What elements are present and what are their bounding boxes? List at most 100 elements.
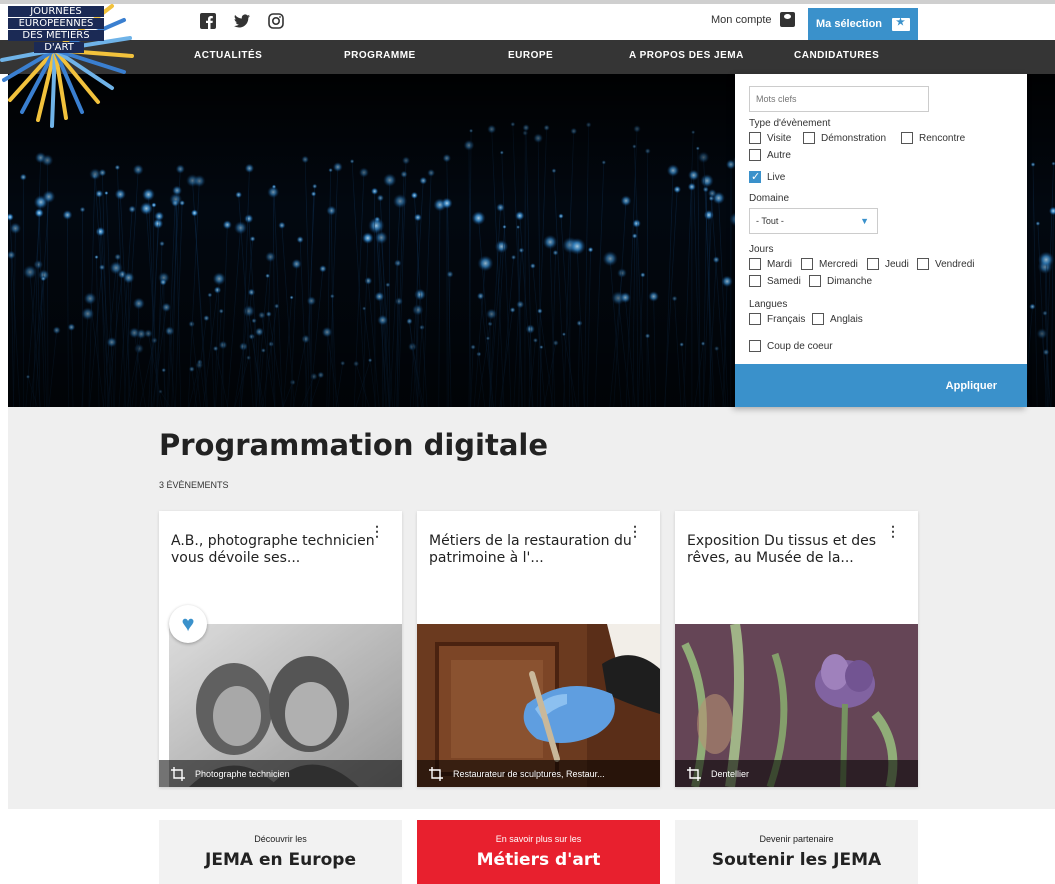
more-vertical-icon[interactable]: ⋮	[370, 523, 384, 540]
card-tag-label: Photographe technicien	[195, 768, 290, 779]
more-vertical-icon[interactable]: ⋮	[628, 523, 642, 540]
folder-star-icon	[892, 17, 911, 31]
account-label: Mon compte	[711, 13, 772, 26]
heart-icon[interactable]: ♥	[169, 605, 207, 643]
card-image[interactable]: Photographe technicien	[159, 624, 402, 787]
filter-panel: Type d'évènement Visite Démonstration Re…	[735, 74, 1027, 407]
days-heading: Jours	[749, 244, 774, 255]
checkbox-vendredi[interactable]	[917, 258, 929, 270]
account-link[interactable]: Mon compte	[711, 12, 795, 27]
checkbox-live[interactable]	[749, 170, 761, 183]
day-mardi[interactable]: Mardi	[749, 258, 792, 270]
event-type-rencontre[interactable]: Rencontre	[901, 132, 965, 144]
card-tag-label: Dentellier	[711, 768, 750, 779]
promo-jema-europe[interactable]: Découvrir les JEMA en Europe	[159, 820, 402, 884]
event-card[interactable]: Exposition Du tissus et des rêves, au Mu…	[675, 511, 918, 787]
card-title[interactable]: Exposition Du tissus et des rêves, au Mu…	[687, 533, 902, 567]
promo-title: Métiers d'art	[476, 850, 601, 870]
coup-de-coeur-option[interactable]: Coup de coeur	[749, 340, 833, 352]
option-label: Vendredi	[935, 258, 975, 270]
option-label: Démonstration	[821, 132, 887, 144]
event-type-live[interactable]: Live	[749, 170, 786, 183]
card-tag-label: Restaurateur de sculptures, Restaur...	[453, 768, 605, 779]
crop-icon	[171, 766, 185, 781]
option-label: Mercredi	[819, 258, 858, 270]
site-logo[interactable]: JOURNÉES EUROPÉENNES DES MÉTIERS D'ART	[0, 0, 140, 130]
logo-text: JOURNÉES EUROPÉENNES DES MÉTIERS D'ART	[8, 6, 104, 54]
card-title[interactable]: A.B., photographe technicien vous dévoil…	[171, 533, 386, 567]
crop-icon	[429, 766, 443, 781]
day-mercredi[interactable]: Mercredi	[801, 258, 858, 270]
crop-icon	[687, 766, 701, 781]
checkbox-rencontre[interactable]	[901, 132, 913, 144]
card-category-tag: Photographe technicien	[159, 760, 402, 787]
event-type-visite[interactable]: Visite	[749, 132, 791, 144]
checkbox-coup-de-coeur[interactable]	[749, 340, 761, 352]
apply-button[interactable]: Appliquer	[735, 364, 1027, 407]
event-type-demonstration[interactable]: Démonstration	[803, 132, 886, 144]
event-card[interactable]: A.B., photographe technicien vous dévoil…	[159, 511, 402, 787]
option-label: Jeudi	[885, 258, 909, 270]
nav-item-europe[interactable]: EUROPE	[508, 50, 553, 61]
option-label: Mardi	[767, 258, 793, 270]
promo-title: Soutenir les JEMA	[711, 850, 882, 870]
nav-item-actualites[interactable]: ACTUALITÉS	[194, 50, 262, 61]
day-vendredi[interactable]: Vendredi	[917, 258, 974, 270]
event-card[interactable]: Métiers de la restauration du patrimoine…	[417, 511, 660, 787]
checkbox-mardi[interactable]	[749, 258, 761, 270]
option-label: Live	[767, 171, 786, 183]
page-title: Programmation digitale	[159, 428, 549, 462]
nav-item-a-propos[interactable]: A PROPOS DES JEMA	[629, 50, 744, 61]
domain-select[interactable]: - Tout - ▼	[749, 208, 878, 234]
checkbox-mercredi[interactable]	[801, 258, 813, 270]
more-vertical-icon[interactable]: ⋮	[886, 523, 900, 540]
checkbox-jeudi[interactable]	[867, 258, 879, 270]
user-icon	[779, 12, 795, 27]
checkbox-samedi[interactable]	[749, 275, 761, 287]
twitter-icon[interactable]	[234, 13, 250, 29]
day-dimanche[interactable]: Dimanche	[809, 275, 872, 287]
domain-selected-value: - Tout -	[756, 216, 784, 226]
language-francais[interactable]: Français	[749, 313, 805, 325]
logo-line: D'ART	[34, 42, 84, 53]
day-samedi[interactable]: Samedi	[749, 275, 801, 287]
event-type-autre[interactable]: Autre	[749, 149, 791, 161]
social-links	[200, 13, 284, 29]
option-label: Samedi	[767, 275, 801, 287]
checkbox-visite[interactable]	[749, 132, 761, 144]
languages-heading: Langues	[749, 299, 788, 310]
card-category-tag: Dentellier	[675, 760, 918, 787]
promo-soutenir-jema[interactable]: Devenir partenaire Soutenir les JEMA	[675, 820, 918, 884]
card-image[interactable]: Restaurateur de sculptures, Restaur...	[417, 624, 660, 787]
checkbox-francais[interactable]	[749, 313, 761, 325]
option-label: Visite	[767, 132, 792, 144]
checkbox-anglais[interactable]	[812, 313, 824, 325]
checkbox-demonstration[interactable]	[803, 132, 815, 144]
instagram-icon[interactable]	[268, 13, 284, 29]
option-label: Coup de coeur	[767, 340, 833, 352]
selection-button[interactable]: Ma sélection	[808, 8, 918, 40]
promo-kicker: Découvrir les	[254, 834, 307, 844]
language-anglais[interactable]: Anglais	[812, 313, 863, 325]
top-bar: Mon compte Ma sélection	[0, 0, 1055, 40]
event-count: 3 ÉVÈNEMENTS	[159, 480, 229, 490]
promo-title: JEMA en Europe	[205, 850, 356, 870]
logo-line: DES MÉTIERS	[8, 30, 104, 41]
nav-item-programme[interactable]: PROGRAMME	[344, 50, 416, 61]
option-label: Dimanche	[827, 275, 873, 287]
day-jeudi[interactable]: Jeudi	[867, 258, 909, 270]
logo-line: JOURNÉES	[8, 6, 104, 17]
checkbox-dimanche[interactable]	[809, 275, 821, 287]
logo-line: EUROPÉENNES	[8, 18, 104, 29]
event-type-heading: Type d'évènement	[749, 118, 831, 129]
checkbox-autre[interactable]	[749, 149, 761, 161]
facebook-icon[interactable]	[200, 13, 216, 29]
keywords-input[interactable]	[749, 86, 929, 112]
card-image[interactable]: Dentellier	[675, 624, 918, 787]
card-title[interactable]: Métiers de la restauration du patrimoine…	[429, 533, 644, 567]
nav-item-candidatures[interactable]: CANDIDATURES	[794, 50, 879, 61]
domain-heading: Domaine	[749, 193, 790, 204]
promo-metiers-art[interactable]: En savoir plus sur les Métiers d'art	[417, 820, 660, 884]
option-label: Autre	[767, 149, 791, 161]
option-label: Français	[767, 313, 806, 325]
